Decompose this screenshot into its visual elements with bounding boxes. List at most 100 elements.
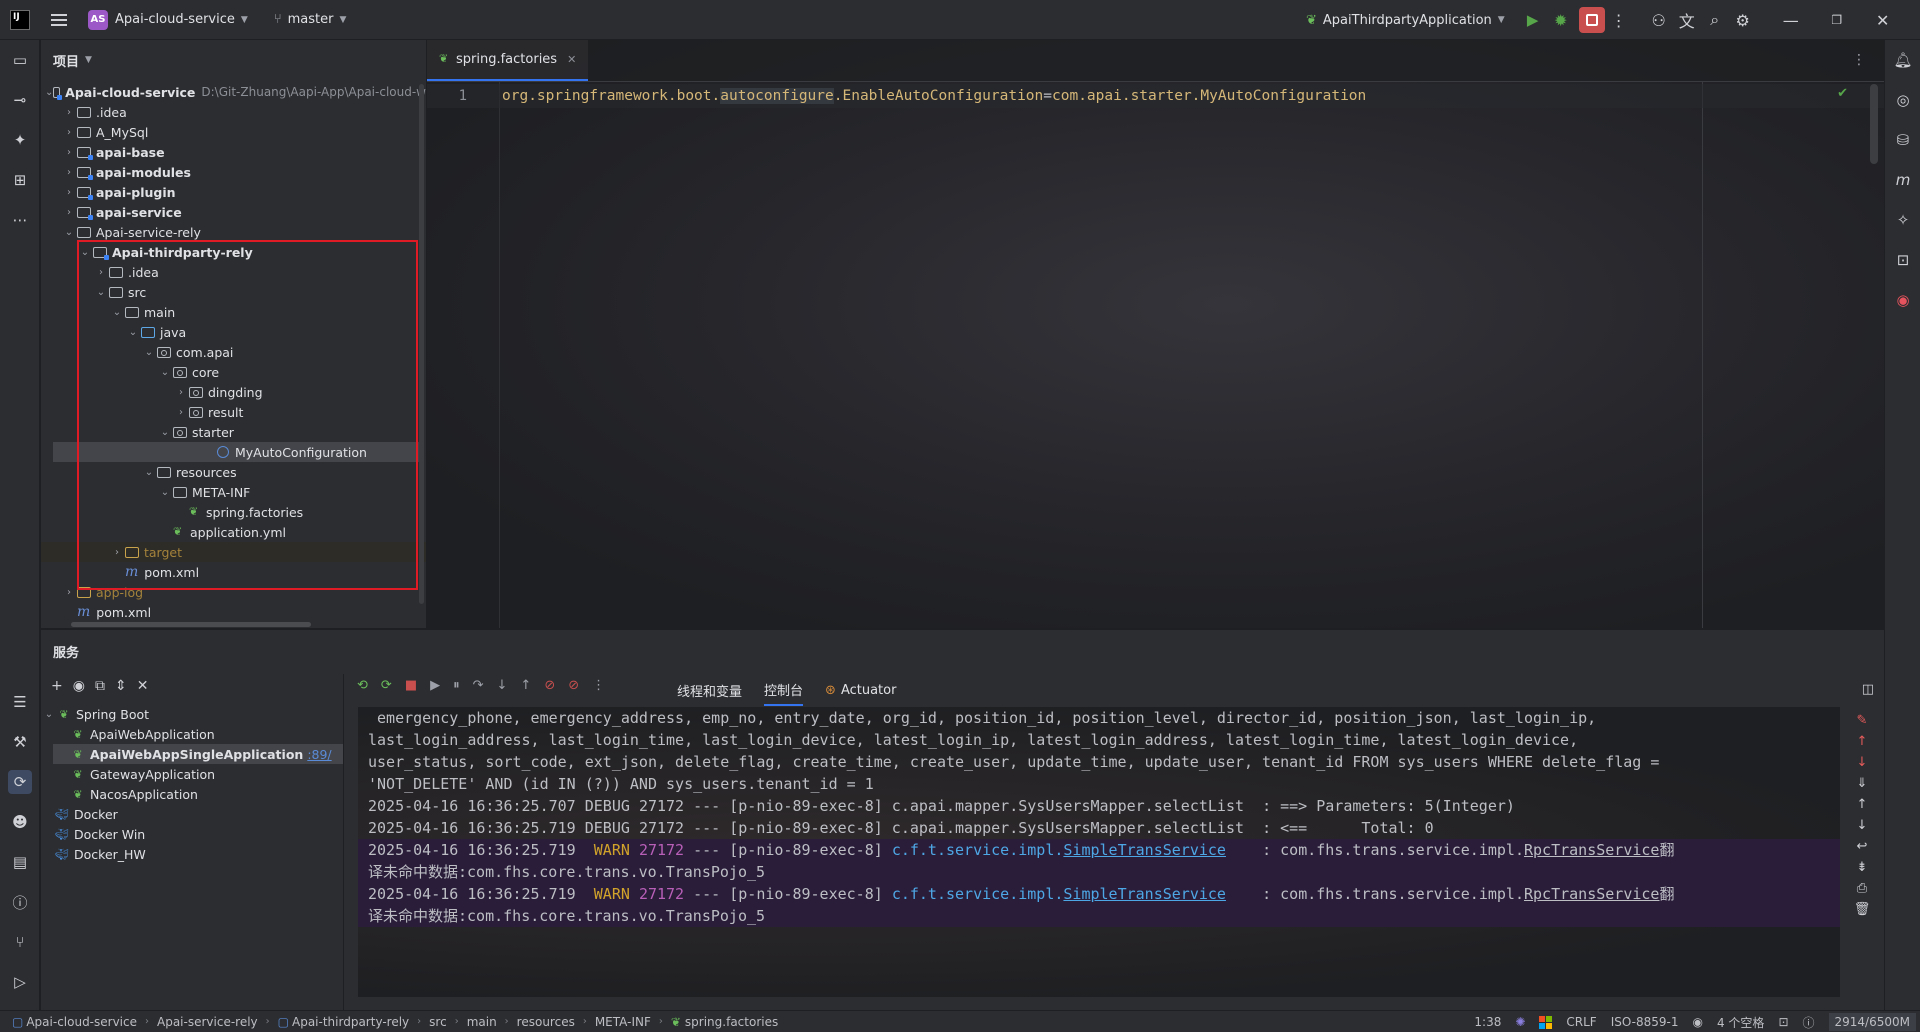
tree-item[interactable]: › .idea	[41, 102, 426, 122]
print-icon[interactable]: ⎙	[1857, 881, 1867, 896]
endpoints-icon[interactable]: ⊡	[1891, 248, 1915, 272]
ai-status-icon[interactable]: ✺	[1515, 1015, 1525, 1029]
collapse-arrow-icon[interactable]: ›	[61, 127, 77, 138]
run-config-selector[interactable]: ❦ ApaiThirdpartyApplication ▼	[1300, 6, 1511, 34]
minimize-icon[interactable]: —	[1777, 6, 1805, 34]
maven-icon[interactable]: m	[1891, 168, 1915, 192]
tree-item[interactable]: › app-log	[41, 582, 426, 602]
service-item[interactable]: 🐳︎ Docker_HW	[41, 844, 341, 864]
more-icon[interactable]: ⋮	[592, 678, 605, 693]
tree-item[interactable]: › dingding	[41, 382, 426, 402]
expand-arrow-icon[interactable]: ⌄	[141, 347, 157, 358]
tree-item[interactable]: m pom.xml	[41, 562, 426, 582]
breadcrumb-item[interactable]: Apai-thirdparty-rely	[292, 1015, 409, 1029]
collapse-arrow-icon[interactable]: ›	[173, 387, 189, 398]
tree-item[interactable]: › apai-service	[41, 202, 426, 222]
breakpoints-icon[interactable]: ⊘	[544, 678, 555, 693]
ai-assistant-icon[interactable]: ☻	[8, 810, 32, 834]
scroll-end-icon[interactable]: ⇟	[1857, 860, 1868, 875]
soft-wrap-icon[interactable]: ↩	[1857, 839, 1868, 854]
rerun-icon[interactable]: ⟲	[357, 678, 368, 693]
collapse-arrow-icon[interactable]: ›	[173, 407, 189, 418]
expand-all-icon[interactable]: ⇕	[115, 678, 127, 694]
tab-threads-variables[interactable]: 线程和变量	[677, 674, 742, 706]
collapse-arrow-icon[interactable]: ›	[61, 187, 77, 198]
expand-arrow-icon[interactable]: ⌄	[157, 487, 173, 498]
step-over-icon[interactable]: ↷	[473, 678, 484, 693]
service-item-running[interactable]: ❦ ApaiWebAppSingleApplication :89/	[53, 744, 343, 764]
commit-icon[interactable]: ⊸	[8, 88, 32, 112]
structure-icon[interactable]: ⊞	[8, 168, 32, 192]
tree-item[interactable]: ⌄ META-INF	[41, 482, 426, 502]
add-service-icon[interactable]: +	[51, 678, 63, 694]
tab-console[interactable]: 控制台	[764, 674, 804, 706]
breadcrumb-item[interactable]: Apai-service-rely	[157, 1015, 258, 1029]
layout-icon[interactable]: ◫	[1862, 682, 1874, 697]
collapse-arrow-icon[interactable]: ›	[61, 107, 77, 118]
code-text[interactable]: org.springframework.boot.autoconfigure.E…	[502, 88, 1366, 104]
problems-icon[interactable]: ⓘ	[8, 890, 32, 914]
resume-icon[interactable]: ▶	[430, 678, 440, 693]
tree-item[interactable]: ⌄ java	[41, 322, 426, 342]
service-group[interactable]: ⌄ ❦ Spring Boot	[41, 704, 341, 724]
main-menu-icon[interactable]	[44, 6, 74, 34]
tree-item[interactable]: › A_MySql	[41, 122, 426, 142]
prev-error-icon[interactable]: ↑	[1857, 734, 1868, 749]
collapse-arrow-icon[interactable]: ›	[61, 207, 77, 218]
new-group-icon[interactable]: ⧉	[95, 678, 105, 694]
tree-item[interactable]: › result	[41, 402, 426, 422]
service-item[interactable]: 🐳︎ Docker Win	[41, 824, 341, 844]
tree-item[interactable]: m pom.xml	[41, 602, 426, 622]
code-line[interactable]: 1 org.springframework.boot.autoconfigure…	[427, 84, 1884, 108]
services-icon[interactable]: ⟳	[8, 770, 32, 794]
project-switcher[interactable]: AS Apai-cloud-service ▼	[82, 6, 254, 34]
expand-arrow-icon[interactable]: ⌄	[157, 367, 173, 378]
scroll-to-end-icon[interactable]: ⇓	[1857, 776, 1868, 791]
git-icon[interactable]: ⑂	[8, 930, 32, 954]
editor-scrollbar[interactable]	[1870, 84, 1878, 164]
service-item[interactable]: 🐳︎ Docker	[41, 804, 341, 824]
tree-item[interactable]: ⌄ Apai-thirdparty-rely	[41, 242, 426, 262]
tree-item[interactable]: ⌄ core	[41, 362, 426, 382]
close-tab-icon[interactable]: ✕	[567, 53, 576, 66]
log-message-link[interactable]: RpcTransService	[1524, 885, 1659, 903]
vertical-scrollbar[interactable]	[419, 84, 424, 604]
close-window-icon[interactable]: ✕	[1869, 6, 1897, 34]
service-port-link[interactable]: :89/	[307, 747, 331, 762]
breadcrumb-item[interactable]: resources	[517, 1015, 575, 1029]
next-error-icon[interactable]: ↓	[1857, 755, 1868, 770]
debug-icon[interactable]: ✹	[1547, 6, 1575, 34]
collapse-arrow-icon[interactable]: ›	[61, 147, 77, 158]
collapse-arrow-icon[interactable]: ›	[109, 547, 125, 558]
expand-arrow-icon[interactable]: ⌄	[45, 87, 53, 98]
editor-more-icon[interactable]: ⋮	[1852, 52, 1866, 68]
memory-indicator[interactable]: 2914/6500M	[1828, 1013, 1916, 1031]
project-panel-header[interactable]: 项目 ▼	[41, 40, 426, 80]
no-problems-check-icon[interactable]: ✔	[1837, 86, 1848, 101]
breadcrumb-item[interactable]: main	[467, 1015, 497, 1029]
service-item[interactable]: ❦ ApaiWebApplication	[41, 724, 341, 744]
notifications-icon[interactable]: 🔔︎	[1891, 48, 1915, 72]
stop-icon[interactable]: ■	[405, 678, 417, 693]
plugins-icon[interactable]: ✦	[8, 128, 32, 152]
expand-arrow-icon[interactable]: ⌄	[109, 307, 125, 318]
file-encoding[interactable]: ISO-8859-1	[1611, 1015, 1679, 1029]
tree-item-selected[interactable]: MyAutoConfiguration	[53, 442, 424, 462]
redis-icon[interactable]: ◉	[1891, 288, 1915, 312]
tree-item[interactable]: › .idea	[41, 262, 426, 282]
expand-arrow-icon[interactable]: ⌄	[157, 427, 173, 438]
todo-list-icon[interactable]: ☰	[8, 690, 32, 714]
tree-item[interactable]: ⌄ main	[41, 302, 426, 322]
step-into-icon[interactable]: ↓	[497, 678, 508, 693]
cursor-position[interactable]: 1:38	[1474, 1015, 1501, 1029]
tree-item[interactable]: ⌄ src	[41, 282, 426, 302]
readonly-eye-icon[interactable]: ◉	[1693, 1015, 1703, 1029]
expand-arrow-icon[interactable]: ⌄	[93, 287, 109, 298]
horizontal-scrollbar[interactable]	[71, 622, 311, 627]
lock-icon[interactable]: ⊡	[1778, 1015, 1788, 1029]
breadcrumb-item[interactable]: META-INF	[595, 1015, 651, 1029]
tree-root[interactable]: ⌄ Apai-cloud-service D:\Git-Zhuang\Aapi-…	[41, 82, 426, 102]
run-icon[interactable]: ▶	[1519, 6, 1547, 34]
collapse-arrow-icon[interactable]: ›	[93, 267, 109, 278]
collapse-arrow-icon[interactable]: ›	[61, 587, 77, 598]
